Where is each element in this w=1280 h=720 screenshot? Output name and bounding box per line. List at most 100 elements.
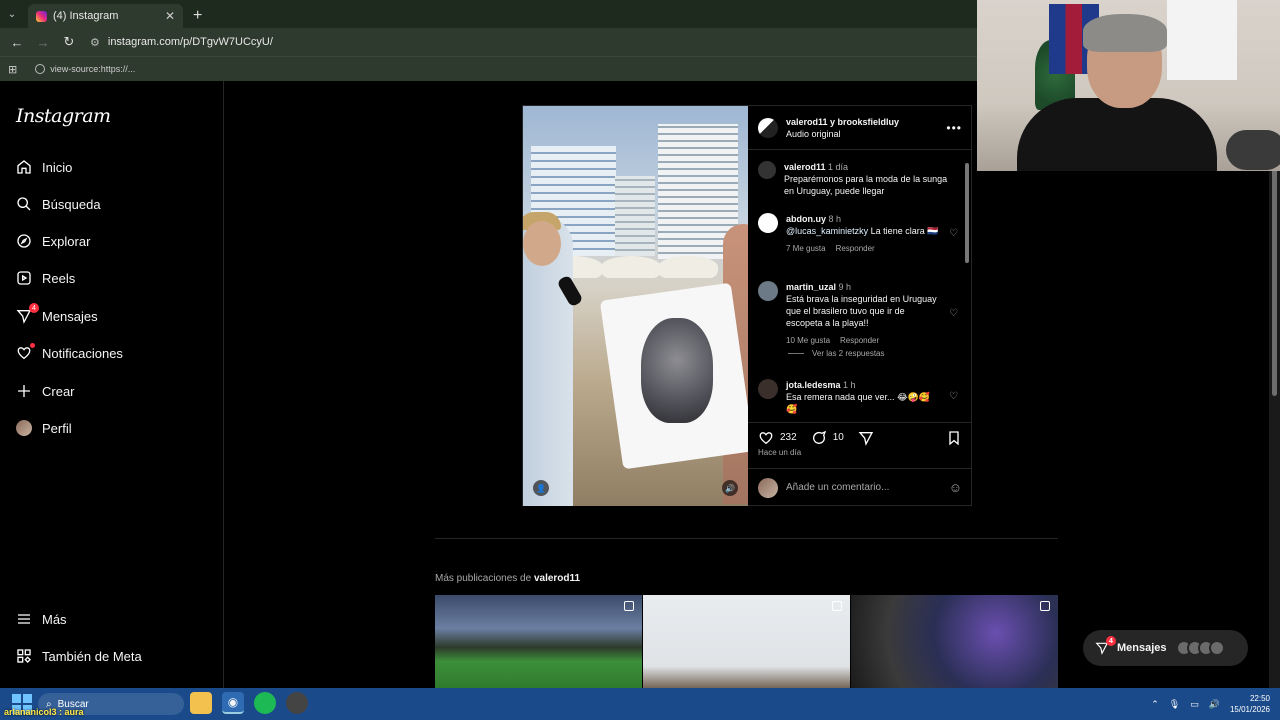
mention-link[interactable]: @lucas_kaminietzky	[786, 226, 868, 236]
reels-icon	[16, 270, 32, 286]
volume-icon[interactable]: 🔊	[1209, 699, 1220, 710]
network-icon[interactable]: ▭	[1190, 699, 1199, 710]
more-posts-user[interactable]: valerod11	[534, 573, 580, 584]
comment-username[interactable]: abdon.uy	[786, 214, 826, 224]
url-text: instagram.com/p/DTgvW7UCcyU/	[107, 36, 273, 48]
chrome-icon[interactable]: ◉	[222, 692, 244, 714]
reload-icon[interactable]: ↻	[58, 31, 80, 53]
avatar[interactable]	[758, 213, 778, 233]
view-replies-label: Ver las 2 respuestas	[812, 349, 885, 358]
sidebar-item-busqueda[interactable]: Búsqueda	[16, 192, 101, 216]
new-tab-button[interactable]: +	[193, 4, 202, 28]
file-explorer-icon[interactable]	[190, 692, 212, 714]
messenger-icon: 4	[1095, 636, 1116, 655]
emoji-icon[interactable]: ☺	[949, 480, 962, 495]
search-icon	[16, 196, 32, 212]
like-heart-icon[interactable]	[758, 430, 774, 446]
like-count[interactable]: 10 Me gusta	[786, 335, 830, 347]
microphone-icon[interactable]: 🎙	[1169, 699, 1180, 710]
instagram-logo[interactable]: Instagram	[16, 105, 111, 127]
sidebar-item-crear[interactable]: Crear	[16, 379, 75, 403]
sidebar-item-label: Perfil	[42, 420, 72, 436]
divider-line	[788, 353, 804, 354]
address-bar[interactable]: ⚙ instagram.com/p/DTgvW7UCcyU/	[90, 31, 977, 53]
comment-text: Esa remera nada que ver... 😂🤪🥰🥰	[786, 392, 930, 414]
like-comment-heart-icon[interactable]: ♡	[949, 391, 958, 403]
bookmark-save-icon[interactable]	[946, 430, 962, 446]
comment-username[interactable]: jota.ledesma	[786, 380, 841, 390]
sidebar-item-perfil[interactable]: Perfil	[16, 416, 72, 440]
tab-search-dropdown[interactable]: ⌄	[0, 0, 24, 28]
post-thumbnail[interactable]	[435, 595, 642, 690]
comments-count[interactable]: 10	[833, 432, 844, 443]
comment-username[interactable]: martin_uzal	[786, 282, 836, 292]
sidebar-item-meta[interactable]: También de Meta	[16, 644, 142, 668]
clock[interactable]: 22:50 15/01/2026	[1230, 693, 1270, 715]
page-scrollbar[interactable]	[1269, 81, 1280, 688]
scroll-thumb[interactable]	[965, 163, 969, 263]
sidebar-item-explorar[interactable]: Explorar	[16, 229, 90, 253]
taskbar-apps: ◉	[190, 692, 308, 714]
comment-time: 1 día	[828, 162, 849, 172]
comments-scrollbar[interactable]	[964, 155, 970, 412]
volume-icon[interactable]: 🔊	[722, 480, 738, 496]
like-comment-heart-icon[interactable]: ♡	[949, 308, 958, 320]
avatar[interactable]	[758, 161, 776, 179]
caption-text: Preparémonos para la moda de la sunga en…	[784, 174, 948, 196]
reel-video[interactable]: 👤 🔊	[523, 106, 748, 506]
avatar[interactable]	[758, 281, 778, 301]
section-divider	[435, 538, 1058, 539]
likes-count[interactable]: 232	[780, 432, 797, 443]
add-comment-bar: Añade un comentario... ☺	[748, 468, 972, 506]
comment-item: martin_uzal 9 h Está brava la insegurida…	[758, 281, 958, 347]
sidebar-item-mensajes[interactable]: 4 Mensajes	[16, 303, 98, 328]
sidebar-item-inicio[interactable]: Inicio	[16, 155, 72, 179]
tab-title: (4) Instagram	[53, 10, 119, 22]
system-tray: ⌃ 🎙 ▭ 🔊 22:50 15/01/2026	[1151, 688, 1270, 720]
author-avatar[interactable]	[758, 117, 778, 138]
bookmark-label: view-source:https://...	[50, 64, 136, 74]
apps-grid-icon[interactable]: ⊞	[8, 63, 17, 76]
post-thumbnail[interactable]	[851, 595, 1058, 690]
post-thumbnail[interactable]	[643, 595, 850, 690]
sidebar-item-reels[interactable]: Reels	[16, 266, 75, 290]
comment-bubble-icon[interactable]	[811, 430, 827, 446]
close-tab-icon[interactable]: ✕	[165, 9, 175, 23]
post-modal: 👤 🔊 valerod11 y brooksfieldluy Audio ori…	[522, 105, 972, 506]
back-arrow-icon[interactable]: ←	[6, 31, 28, 53]
sidebar-item-mas[interactable]: Más	[16, 607, 67, 631]
sidebar-item-label: Notificaciones	[42, 345, 123, 361]
home-icon	[16, 159, 32, 175]
user-tags-icon[interactable]: 👤	[533, 480, 549, 496]
bookmark-item[interactable]: view-source:https://...	[35, 64, 135, 74]
sidebar-item-label: Búsqueda	[42, 196, 101, 212]
post-authors[interactable]: valerod11 y brooksfieldluy	[786, 117, 899, 127]
like-count[interactable]: 7 Me gusta	[786, 243, 826, 255]
comment-time: 1 h	[843, 380, 856, 390]
more-options-icon[interactable]: •••	[946, 121, 962, 135]
app-icon[interactable]	[286, 692, 308, 714]
plus-icon	[16, 383, 32, 399]
reply-button[interactable]: Responder	[840, 335, 879, 347]
share-icon[interactable]	[858, 430, 874, 446]
messages-floating-button[interactable]: 4 Mensajes	[1083, 630, 1248, 666]
browser-tab[interactable]: (4) Instagram ✕	[28, 4, 183, 28]
multi-post-icon	[832, 601, 842, 611]
reply-button[interactable]: Responder	[836, 243, 875, 255]
multi-post-icon	[1040, 601, 1050, 611]
audio-label[interactable]: Audio original	[786, 128, 938, 140]
sidebar-item-notificaciones[interactable]: Notificaciones	[16, 341, 123, 365]
forward-arrow-icon[interactable]: →	[32, 31, 54, 53]
notification-badge: 4	[1106, 636, 1116, 646]
post-time-ago: Hace un día	[758, 448, 802, 457]
bookmarks-bar: ⊞ view-source:https://...	[0, 56, 977, 81]
avatar[interactable]	[758, 379, 778, 399]
chevron-up-icon[interactable]: ⌃	[1151, 699, 1159, 710]
view-replies-button[interactable]: Ver las 2 respuestas	[788, 349, 884, 358]
like-comment-heart-icon[interactable]: ♡	[949, 228, 958, 240]
spotify-icon[interactable]	[254, 692, 276, 714]
post-side-panel: valerod11 y brooksfieldluy Audio origina…	[748, 106, 972, 506]
comment-username[interactable]: valerod11	[784, 162, 826, 172]
comment-input[interactable]: Añade un comentario...	[786, 482, 941, 493]
site-info-icon[interactable]: ⚙	[90, 36, 100, 49]
